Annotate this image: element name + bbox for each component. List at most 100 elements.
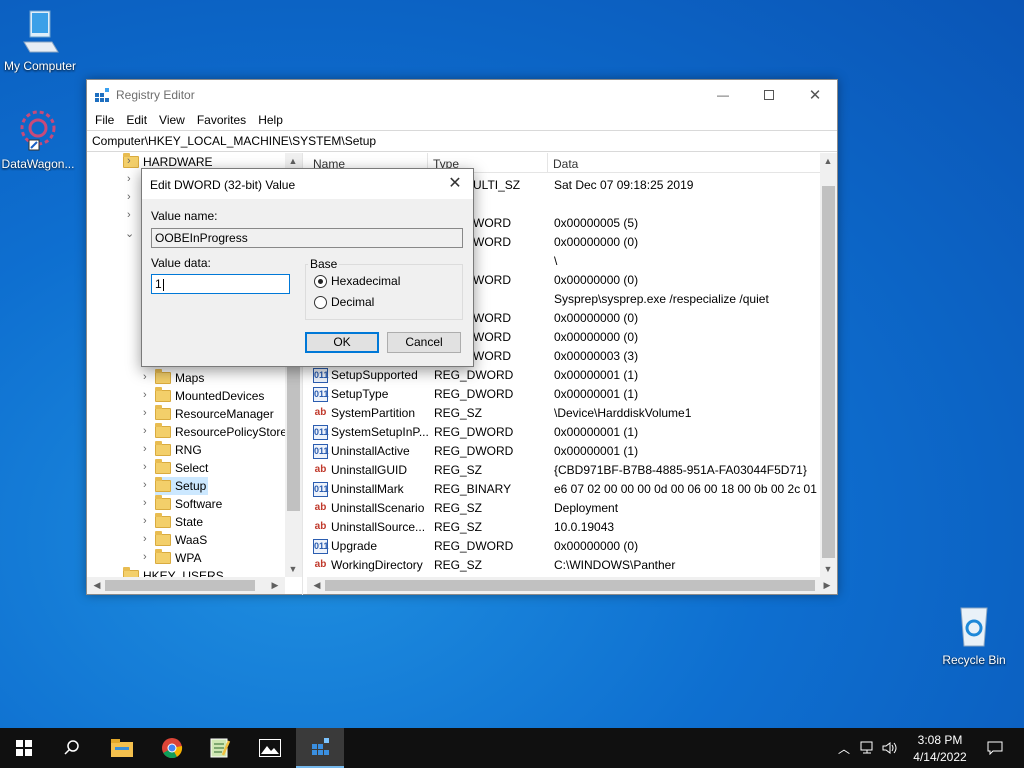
value-name-field[interactable]: OOBEInProgress	[151, 228, 463, 248]
scroll-left-arrow-icon[interactable]: ◀	[89, 580, 105, 591]
volume-icon[interactable]	[882, 741, 898, 755]
scroll-right-arrow-icon[interactable]: ▶	[819, 580, 835, 591]
title-bar[interactable]: Registry Editor — ✕	[87, 80, 837, 110]
maximize-button[interactable]	[746, 80, 792, 110]
scroll-left-arrow-icon[interactable]: ◀	[309, 580, 325, 591]
clock-time: 3:08 PM	[917, 732, 963, 747]
notifications-button[interactable]	[980, 728, 1010, 768]
menu-bar: File Edit View Favorites Help	[87, 110, 837, 130]
menu-file[interactable]: File	[89, 110, 120, 130]
start-button[interactable]	[0, 728, 48, 768]
desktop-icon-datawagon[interactable]: DataWagon...	[0, 106, 78, 171]
folder-icon	[155, 495, 171, 510]
list-row[interactable]: ab WorkingDirectory REG_SZ C:\WINDOWS\Panth…	[307, 555, 822, 574]
list-row[interactable]: 011 SetupSupported REG_DWORD 0x00000001 (1)	[307, 365, 822, 384]
chevron-right-icon[interactable]: ›	[143, 497, 147, 509]
tree-item-state[interactable]: State	[155, 513, 205, 531]
tree-item-resourcemanager[interactable]: ResourceManager	[155, 405, 276, 423]
chevron-right-icon[interactable]: ›	[143, 389, 147, 401]
list-row[interactable]: 011 SystemSetupInP... REG_DWORD 0x00000001 …	[307, 422, 822, 441]
desktop-icon-my-computer[interactable]: My Computer	[0, 8, 80, 73]
decimal-radio[interactable]: Decimal	[314, 295, 374, 309]
scroll-right-arrow-icon[interactable]: ▶	[267, 580, 283, 591]
ok-button[interactable]: OK	[305, 332, 379, 353]
chevron-right-icon[interactable]: ›	[143, 479, 147, 491]
chevron-right-icon[interactable]: ›	[143, 461, 147, 473]
chevron-right-icon[interactable]: ›	[143, 371, 147, 383]
tree-item-select[interactable]: Select	[155, 459, 210, 477]
menu-view[interactable]: View	[153, 110, 191, 130]
list-row[interactable]: ab SystemPartition REG_SZ \Device\HarddiskV…	[307, 403, 822, 422]
list-vertical-scrollbar[interactable]: ▲ ▼	[820, 153, 837, 577]
scroll-down-arrow-icon[interactable]: ▼	[820, 564, 836, 574]
menu-favorites[interactable]: Favorites	[191, 110, 252, 130]
chrome-taskbar-button[interactable]	[148, 728, 196, 768]
network-icon[interactable]	[860, 741, 876, 755]
file-explorer-taskbar-button[interactable]	[98, 728, 146, 768]
chrome-icon	[162, 738, 183, 759]
cancel-button[interactable]: Cancel	[387, 332, 461, 353]
column-header-data[interactable]: Data	[547, 157, 578, 171]
tree-horizontal-scrollbar[interactable]: ◀ ▶	[87, 577, 285, 594]
search-button[interactable]	[48, 728, 96, 768]
list-row[interactable]: ab UninstallGUID REG_SZ {CBD971BF-B7B8-4885…	[307, 460, 822, 479]
tree-item-maps[interactable]: Maps	[155, 369, 206, 387]
tree-item-setup[interactable]: Setup	[155, 477, 209, 495]
list-row[interactable]: 011 SetupType REG_DWORD 0x00000001 (1)	[307, 384, 822, 403]
chevron-right-icon[interactable]: ›	[127, 209, 131, 221]
scroll-down-arrow-icon[interactable]: ▼	[285, 564, 301, 574]
list-row[interactable]: 011 UninstallMark REG_BINARY e6 07 02 00 00…	[307, 479, 822, 498]
computer-icon	[23, 10, 59, 53]
desktop-icon-recycle-bin[interactable]: Recycle Bin	[934, 602, 1014, 667]
value-type: REG_SZ	[434, 463, 483, 477]
hexadecimal-radio[interactable]: Hexadecimal	[314, 274, 400, 288]
scrollbar-thumb[interactable]	[822, 186, 835, 558]
value-name: WorkingDirectory	[331, 558, 423, 572]
scroll-up-arrow-icon[interactable]: ▲	[820, 156, 836, 166]
chevron-down-icon[interactable]: ⌄	[125, 227, 134, 240]
menu-edit[interactable]: Edit	[120, 110, 153, 130]
menu-help[interactable]: Help	[252, 110, 289, 130]
chevron-right-icon[interactable]: ›	[143, 515, 147, 527]
dialog-close-button[interactable]: ✕	[443, 173, 467, 195]
chevron-right-icon[interactable]: ›	[127, 191, 131, 203]
scroll-up-arrow-icon[interactable]: ▲	[285, 156, 301, 166]
list-row[interactable]: ab UninstallSource... REG_SZ 10.0.19043	[307, 517, 822, 536]
address-bar[interactable]: Computer\HKEY_LOCAL_MACHINE\SYSTEM\Setup	[87, 130, 837, 152]
chevron-right-icon[interactable]: ›	[143, 425, 147, 437]
tree-item-software[interactable]: Software	[155, 495, 224, 513]
dialog-title: Edit DWORD (32-bit) Value	[150, 178, 296, 192]
close-button[interactable]: ✕	[792, 80, 838, 110]
value-data: 10.0.19043	[554, 520, 615, 534]
list-row[interactable]: 011 Upgrade REG_DWORD 0x00000000 (0)	[307, 536, 822, 555]
tree-item-label: HARDWARE	[143, 155, 213, 169]
chevron-right-icon[interactable]: ›	[127, 155, 131, 167]
tree-item-mounteddevices[interactable]: MountedDevices	[155, 387, 266, 405]
folder-icon	[155, 531, 171, 546]
photos-taskbar-button[interactable]	[246, 728, 294, 768]
clock[interactable]: 3:08 PM 4/14/2022	[908, 728, 972, 768]
folder-icon	[155, 369, 171, 384]
list-row[interactable]: 011 UninstallActive REG_DWORD 0x00000001 (1…	[307, 441, 822, 460]
tree-item-wpa[interactable]: WPA	[155, 549, 203, 567]
list-horizontal-scrollbar[interactable]: ◀ ▶	[307, 577, 837, 594]
registry-editor-taskbar-button[interactable]	[296, 728, 344, 768]
notepad-taskbar-button[interactable]	[196, 728, 244, 768]
value-name: SystemPartition	[331, 406, 416, 420]
scrollbar-thumb[interactable]	[325, 580, 815, 591]
value-type: REG_BINARY	[434, 482, 512, 496]
tree-item-waas[interactable]: WaaS	[155, 531, 209, 549]
chevron-right-icon[interactable]: ›	[143, 407, 147, 419]
minimize-button[interactable]: —	[700, 80, 746, 110]
desktop-icon-label: My Computer	[3, 59, 77, 73]
tree-item-resourcepolicystore[interactable]: ResourcePolicyStore	[155, 423, 289, 441]
chevron-right-icon[interactable]: ›	[127, 173, 131, 185]
scrollbar-thumb[interactable]	[105, 580, 255, 591]
list-row[interactable]: ab UninstallScenario REG_SZ Deployment	[307, 498, 822, 517]
show-hidden-icons-chevron-icon[interactable]: ︿	[838, 740, 850, 757]
chevron-right-icon[interactable]: ›	[143, 533, 147, 545]
tree-item-rng[interactable]: RNG	[155, 441, 204, 459]
value-data-field[interactable]: 1	[151, 274, 290, 294]
chevron-right-icon[interactable]: ›	[143, 443, 147, 455]
chevron-right-icon[interactable]: ›	[143, 551, 147, 563]
